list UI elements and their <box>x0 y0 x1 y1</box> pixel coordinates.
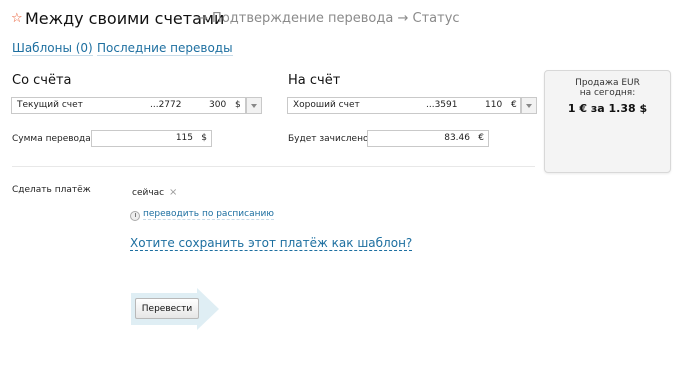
rate-value: 1 € за 1.38 $ <box>567 102 648 115</box>
from-account-name: Текущий счет <box>17 100 83 110</box>
to-account-select[interactable]: Хороший счет ...3591 110 € <box>287 97 537 114</box>
breadcrumb-arrow: → <box>397 11 409 26</box>
to-account-currency: € <box>511 100 517 110</box>
to-account-balance: 110 <box>485 100 503 110</box>
breadcrumb-step-confirm: Подтверждение перевода <box>212 11 394 26</box>
to-account-mask: ...3591 <box>426 100 458 110</box>
divider <box>12 166 535 167</box>
recent-transfers-link[interactable]: Последние переводы <box>97 41 233 56</box>
page-title: Между своими счетами <box>25 9 225 28</box>
close-icon[interactable]: × <box>169 187 177 198</box>
payment-time-value: сейчас <box>132 188 165 198</box>
submit-area: Перевести <box>131 288 221 330</box>
credited-amount-field: 83.46 € <box>367 130 489 147</box>
schedule-link[interactable]: переводить по расписанию <box>143 209 274 220</box>
rate-line-1: Продажа EUR <box>575 78 640 88</box>
amount-label: Сумма перевода <box>12 134 91 144</box>
credited-currency: € <box>478 133 484 143</box>
from-account-select[interactable]: Текущий счет ...2772 300 $ <box>11 97 262 114</box>
credited-label: Будет зачислено <box>288 134 369 144</box>
to-account-name: Хороший счет <box>293 100 360 110</box>
breadcrumb-step-status: Статус <box>412 11 460 26</box>
payment-time-chip: сейчас × <box>132 187 177 198</box>
to-heading: На счёт <box>288 73 341 88</box>
exchange-rate-box: Продажа EUR на сегодня: 1 € за 1.38 $ <box>544 70 671 173</box>
chevron-down-icon[interactable] <box>521 97 537 114</box>
payment-time-label: Сделать платёж <box>12 185 91 195</box>
star-icon[interactable]: ☆ <box>11 11 23 26</box>
chevron-down-icon[interactable] <box>246 97 262 114</box>
amount-currency: $ <box>201 133 207 143</box>
templates-link[interactable]: Шаблоны (0) <box>12 41 93 56</box>
from-account-mask: ...2772 <box>150 100 182 110</box>
from-account-balance: 300 <box>209 100 227 110</box>
clock-icon <box>130 211 140 221</box>
credited-value: 83.46 <box>444 133 470 143</box>
submit-button[interactable]: Перевести <box>135 298 199 319</box>
from-heading: Со счёта <box>12 73 72 88</box>
amount-value: 115 <box>175 133 193 143</box>
amount-input[interactable]: 115 $ <box>91 130 212 147</box>
breadcrumb: → Подтверждение перевода → Статус <box>197 11 460 26</box>
rate-line-2: на сегодня: <box>579 88 636 98</box>
save-template-link[interactable]: Хотите сохранить этот платёж как шаблон? <box>130 236 413 251</box>
breadcrumb-arrow: → <box>197 11 208 26</box>
from-account-currency: $ <box>235 100 241 110</box>
